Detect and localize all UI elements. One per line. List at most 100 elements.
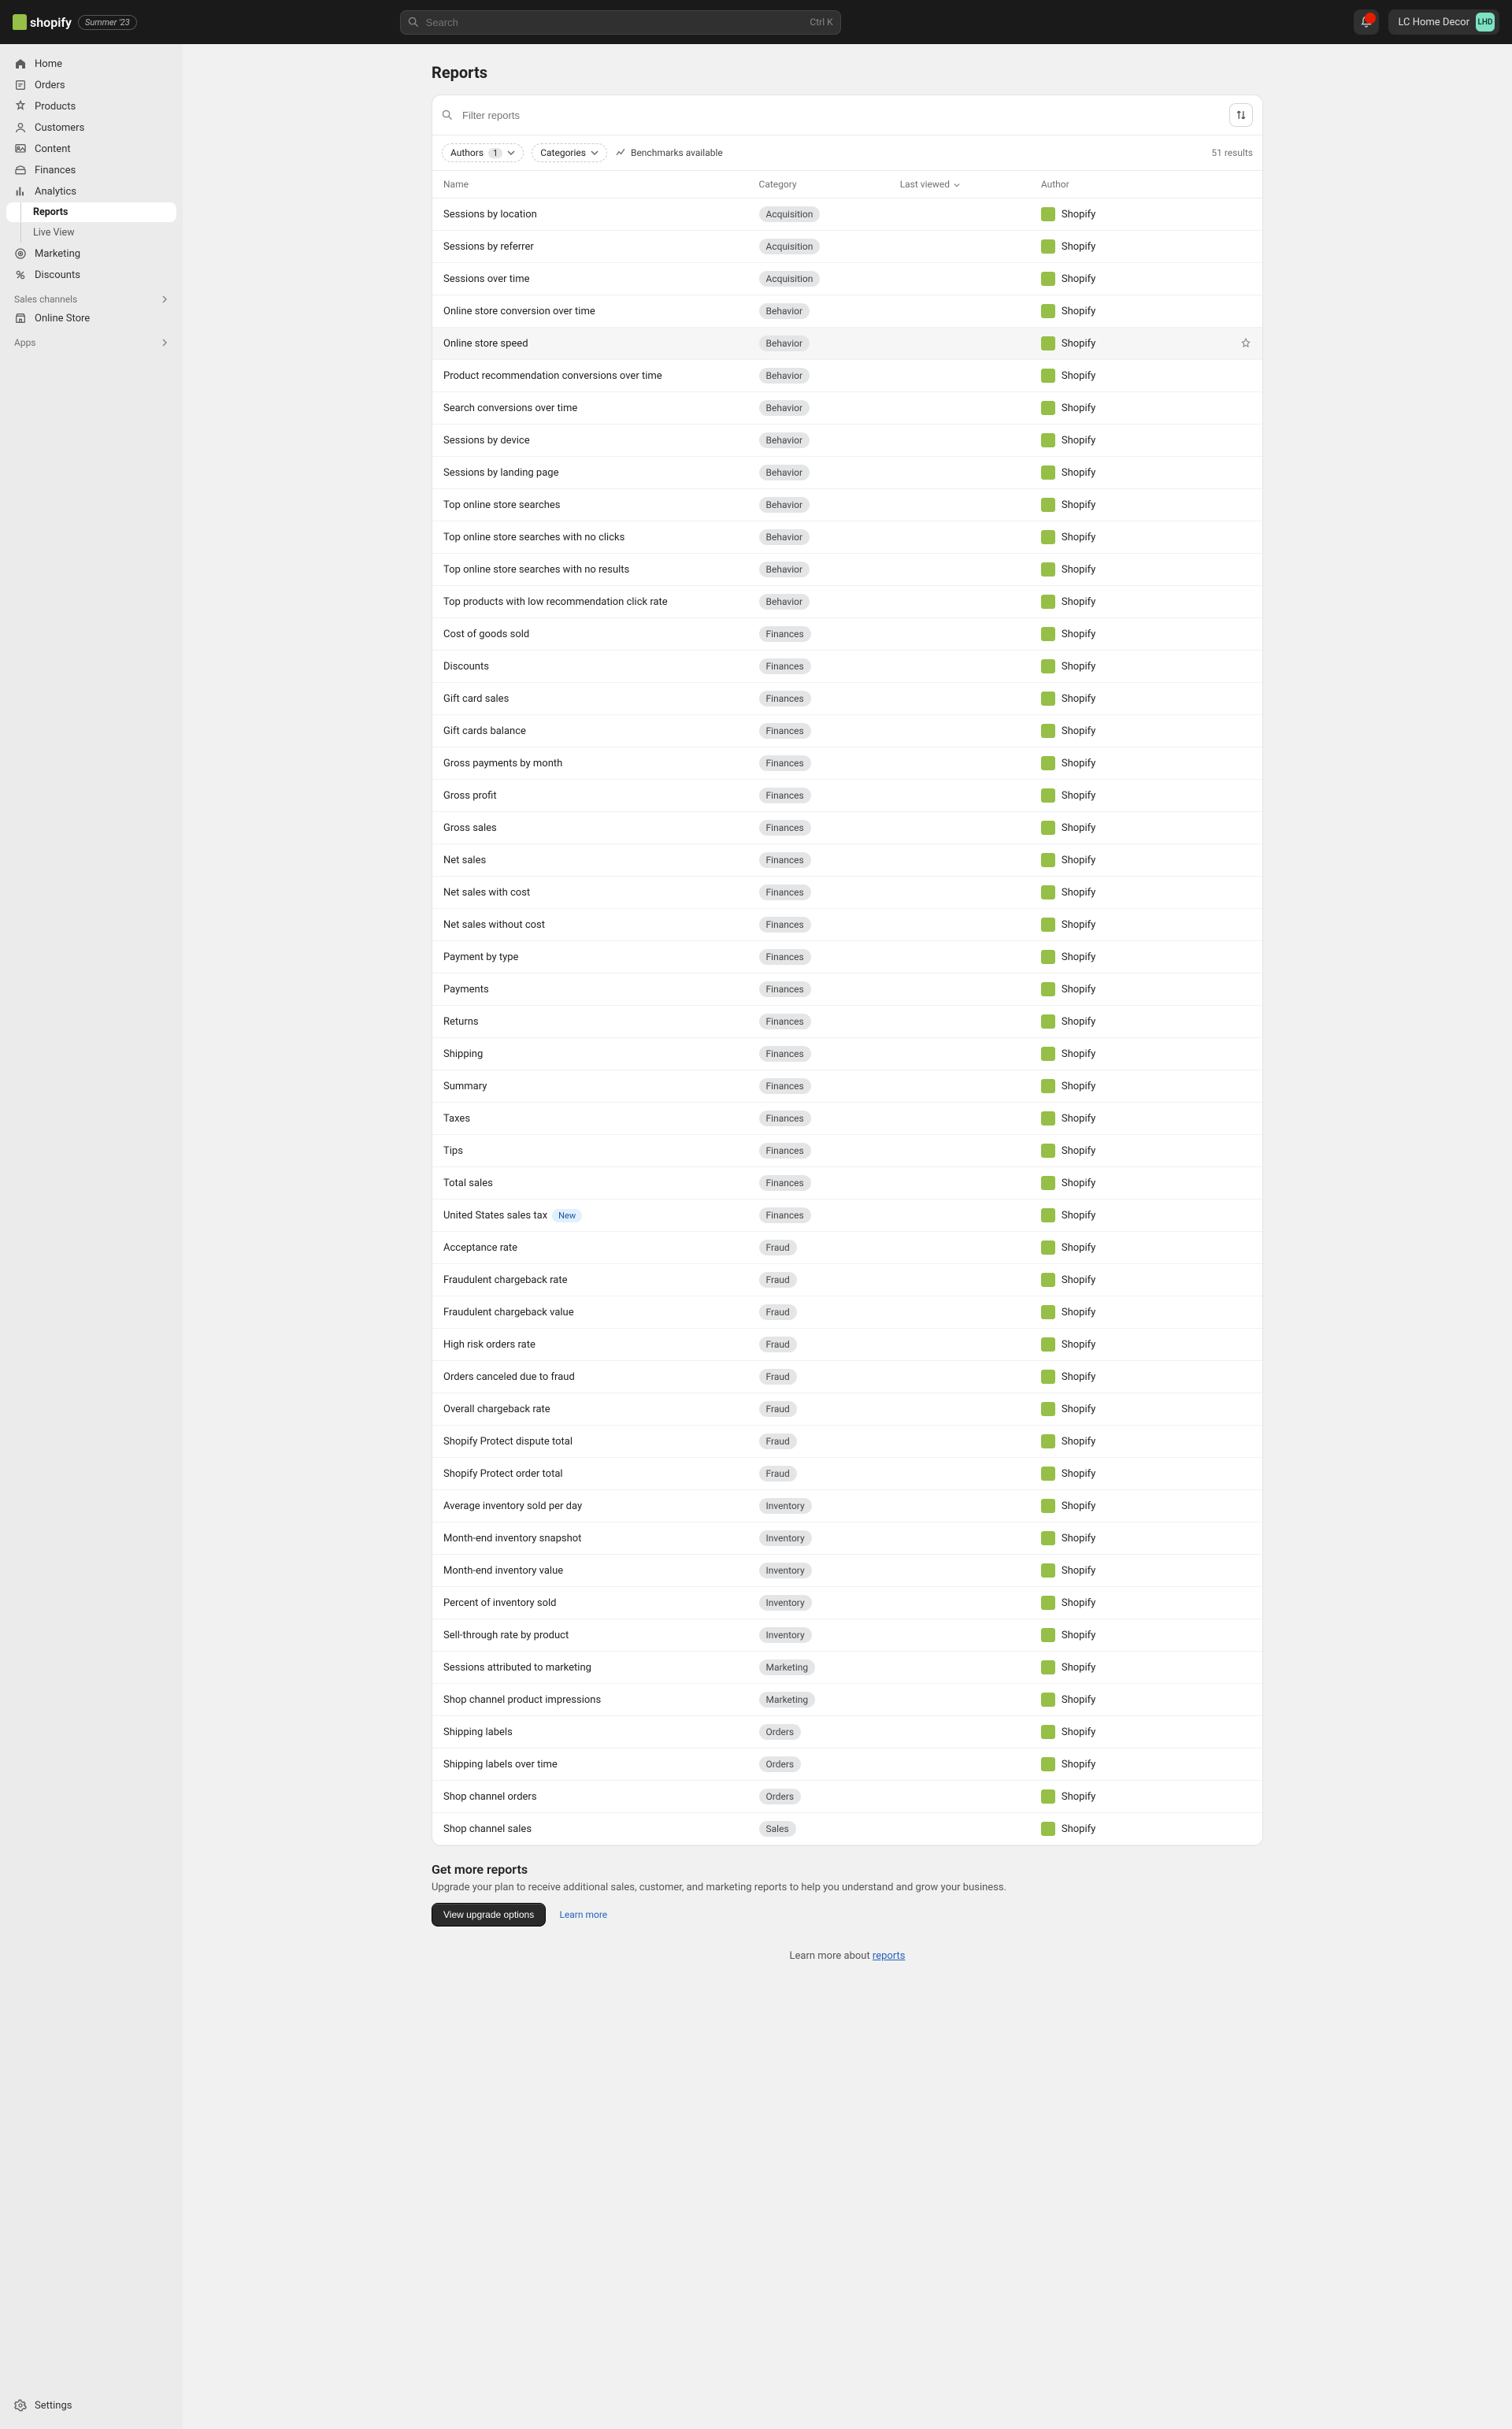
report-row[interactable]: United States sales taxNewFinancesShopif… [432, 1200, 1262, 1232]
notifications-button[interactable] [1354, 9, 1379, 35]
shopify-author-icon [1041, 788, 1055, 803]
author-name: Shopify [1062, 1307, 1095, 1318]
col-category[interactable]: Category [748, 171, 889, 198]
col-name[interactable]: Name [432, 171, 748, 198]
global-search[interactable]: Ctrl K [400, 10, 841, 35]
report-row[interactable]: Top online store searchesBehaviorShopify [432, 489, 1262, 521]
report-row[interactable]: Total salesFinancesShopify [432, 1167, 1262, 1200]
report-row[interactable]: Net sales without costFinancesShopify [432, 909, 1262, 941]
report-row[interactable]: Shopify Protect order totalFraudShopify [432, 1458, 1262, 1490]
nav-sub-live-view[interactable]: Live View [6, 223, 176, 243]
sort-button[interactable] [1229, 103, 1253, 127]
report-row[interactable]: Top products with low recommendation cli… [432, 586, 1262, 618]
nav-content[interactable]: Content [6, 139, 176, 159]
nav-label: Analytics [35, 186, 76, 198]
author-name: Shopify [1062, 790, 1095, 802]
shopify-author-icon [1041, 1628, 1055, 1642]
report-row[interactable]: Search conversions over timeBehaviorShop… [432, 392, 1262, 425]
reports-help-link[interactable]: reports [873, 1950, 906, 1962]
author-name: Shopify [1062, 564, 1095, 576]
report-row[interactable]: Sell-through rate by productInventorySho… [432, 1619, 1262, 1652]
report-row[interactable]: PaymentsFinancesShopify [432, 973, 1262, 1006]
learn-more-link[interactable]: Learn more [559, 1909, 607, 1920]
col-last-viewed[interactable]: Last viewed [889, 171, 1030, 198]
pin-icon[interactable] [1240, 338, 1251, 349]
filter-reports-input[interactable] [459, 106, 1223, 124]
shopify-author-icon [1041, 1789, 1055, 1804]
report-row[interactable]: Overall chargeback rateFraudShopify [432, 1393, 1262, 1426]
report-row[interactable]: Shipping labelsOrdersShopify [432, 1716, 1262, 1749]
nav-customers[interactable]: Customers [6, 117, 176, 138]
brand-logo[interactable]: shopify Summer '23 [13, 14, 137, 30]
report-row[interactable]: Sessions over timeAcquisitionShopify [432, 263, 1262, 295]
report-row[interactable]: Gift cards balanceFinancesShopify [432, 715, 1262, 747]
shopify-author-icon [1041, 1531, 1055, 1545]
nav-online-store[interactable]: Online Store [6, 308, 176, 328]
nav-sub-reports[interactable]: Reports [6, 202, 176, 222]
apps-header[interactable]: Apps [6, 329, 176, 351]
report-row[interactable]: Top online store searches with no clicks… [432, 521, 1262, 554]
view-upgrade-button[interactable]: View upgrade options [432, 1903, 546, 1927]
category-badge: Finances [759, 788, 811, 803]
report-row[interactable]: Shop channel product impressionsMarketin… [432, 1684, 1262, 1716]
report-row[interactable]: Sessions by landing pageBehaviorShopify [432, 457, 1262, 489]
report-row[interactable]: Sessions attributed to marketingMarketin… [432, 1652, 1262, 1684]
nav-orders[interactable]: Orders [6, 75, 176, 95]
report-row[interactable]: Percent of inventory soldInventoryShopif… [432, 1587, 1262, 1619]
report-row[interactable]: Top online store searches with no result… [432, 554, 1262, 586]
nav-settings[interactable]: Settings [6, 2395, 176, 2416]
nav-analytics[interactable]: Analytics [6, 181, 176, 202]
benchmarks-toggle[interactable]: Benchmarks available [615, 147, 723, 158]
report-row[interactable]: TipsFinancesShopify [432, 1135, 1262, 1167]
report-row[interactable]: Orders canceled due to fraudFraudShopify [432, 1361, 1262, 1393]
report-row[interactable]: Gift card salesFinancesShopify [432, 683, 1262, 715]
report-row[interactable]: Month-end inventory snapshotInventorySho… [432, 1522, 1262, 1555]
report-row[interactable]: Product recommendation conversions over … [432, 360, 1262, 392]
report-row[interactable]: Sessions by referrerAcquisitionShopify [432, 231, 1262, 263]
report-row[interactable]: Shipping labels over timeOrdersShopify [432, 1749, 1262, 1781]
report-row[interactable]: Online store conversion over timeBehavio… [432, 295, 1262, 328]
report-row[interactable]: Acceptance rateFraudShopify [432, 1232, 1262, 1264]
report-row[interactable]: Gross salesFinancesShopify [432, 812, 1262, 844]
nav-finances[interactable]: Finances [6, 160, 176, 180]
report-row[interactable]: Payment by typeFinancesShopify [432, 941, 1262, 973]
report-name: Shipping labels over time [432, 1749, 748, 1781]
report-row[interactable]: TaxesFinancesShopify [432, 1103, 1262, 1135]
author-cell: Shopify [1041, 1305, 1218, 1319]
report-row[interactable]: DiscountsFinancesShopify [432, 651, 1262, 683]
report-row[interactable]: Gross profitFinancesShopify [432, 780, 1262, 812]
report-row[interactable]: Net salesFinancesShopify [432, 844, 1262, 877]
report-row[interactable]: High risk orders rateFraudShopify [432, 1329, 1262, 1361]
report-row[interactable]: Shopify Protect dispute totalFraudShopif… [432, 1426, 1262, 1458]
author-cell: Shopify [1041, 239, 1218, 254]
nav-home[interactable]: Home [6, 54, 176, 74]
category-badge: Behavior [759, 465, 810, 480]
report-row[interactable]: ReturnsFinancesShopify [432, 1006, 1262, 1038]
nav-marketing[interactable]: Marketing [6, 243, 176, 264]
report-name: Online store speed [432, 328, 748, 360]
report-row[interactable]: Cost of goods soldFinancesShopify [432, 618, 1262, 651]
authors-filter[interactable]: Authors 1 [442, 143, 524, 162]
sales-channels-header[interactable]: Sales channels [6, 286, 176, 308]
report-row[interactable]: ShippingFinancesShopify [432, 1038, 1262, 1070]
report-row[interactable]: SummaryFinancesShopify [432, 1070, 1262, 1103]
report-row[interactable]: Shop channel salesSalesShopify [432, 1813, 1262, 1845]
report-row[interactable]: Net sales with costFinancesShopify [432, 877, 1262, 909]
report-row[interactable]: Online store speedBehaviorShopify [432, 328, 1262, 360]
report-row[interactable]: Average inventory sold per dayInventoryS… [432, 1490, 1262, 1522]
col-author[interactable]: Author [1030, 171, 1229, 198]
report-row[interactable]: Gross payments by monthFinancesShopify [432, 747, 1262, 780]
report-row[interactable]: Fraudulent chargeback valueFraudShopify [432, 1296, 1262, 1329]
nav-products[interactable]: Products [6, 96, 176, 117]
nav-discounts[interactable]: Discounts [6, 265, 176, 285]
categories-filter[interactable]: Categories [532, 143, 607, 162]
search-input[interactable] [400, 10, 841, 35]
report-row[interactable]: Fraudulent chargeback rateFraudShopify [432, 1264, 1262, 1296]
report-name: Shopify Protect dispute total [432, 1426, 748, 1458]
report-row[interactable]: Shop channel ordersOrdersShopify [432, 1781, 1262, 1813]
report-row[interactable]: Sessions by deviceBehaviorShopify [432, 425, 1262, 457]
last-viewed-cell [889, 360, 1030, 392]
report-row[interactable]: Sessions by locationAcquisitionShopify [432, 198, 1262, 231]
report-row[interactable]: Month-end inventory valueInventoryShopif… [432, 1555, 1262, 1587]
store-switcher[interactable]: LC Home Decor LHD [1388, 9, 1499, 35]
